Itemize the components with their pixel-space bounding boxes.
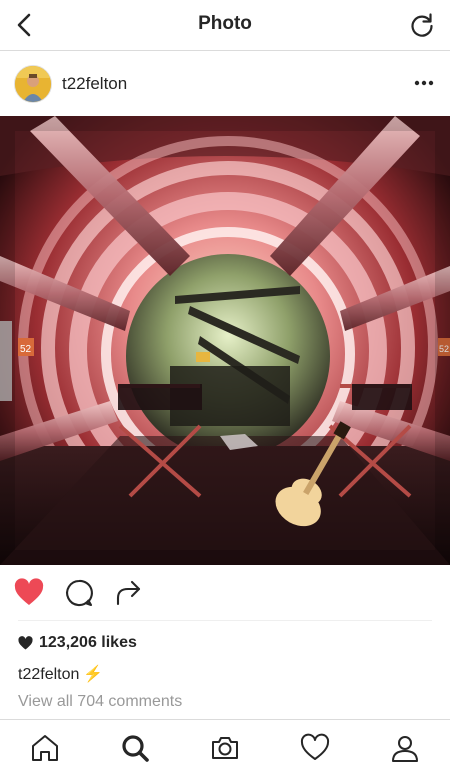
photo-left-tag: 52 xyxy=(20,344,32,355)
comment-icon[interactable] xyxy=(64,578,94,608)
avatar[interactable] xyxy=(14,65,52,103)
view-comments-link[interactable]: View all 704 comments xyxy=(18,693,182,711)
divider xyxy=(18,620,432,621)
post-photo-image: 52 52 xyxy=(0,116,450,565)
share-icon[interactable] xyxy=(114,578,144,608)
likes-count[interactable]: 123,206 likes xyxy=(18,632,137,654)
home-icon[interactable] xyxy=(29,732,61,764)
post-username[interactable]: t22felton xyxy=(62,74,127,94)
page-title: Photo xyxy=(198,13,252,34)
bottom-tab-bar xyxy=(0,719,450,775)
likes-label: 123,206 likes xyxy=(39,634,137,651)
caption-username[interactable]: t22felton xyxy=(18,666,79,683)
search-icon[interactable] xyxy=(119,732,151,764)
profile-icon[interactable] xyxy=(389,732,421,764)
lightning-emoji: ⚡ xyxy=(83,666,104,683)
post-photo[interactable]: 52 52 xyxy=(0,116,450,565)
camera-icon[interactable] xyxy=(209,732,241,764)
more-dots-icon[interactable] xyxy=(410,69,438,97)
top-nav-bar: Photo xyxy=(0,0,450,51)
post-actions xyxy=(0,566,450,620)
activity-heart-icon[interactable] xyxy=(299,732,331,764)
caption: t22felton ⚡ xyxy=(18,664,103,684)
heart-small-icon xyxy=(18,635,33,649)
refresh-icon[interactable] xyxy=(408,11,436,39)
heart-icon[interactable] xyxy=(14,578,44,608)
post-header: t22felton xyxy=(0,51,450,115)
